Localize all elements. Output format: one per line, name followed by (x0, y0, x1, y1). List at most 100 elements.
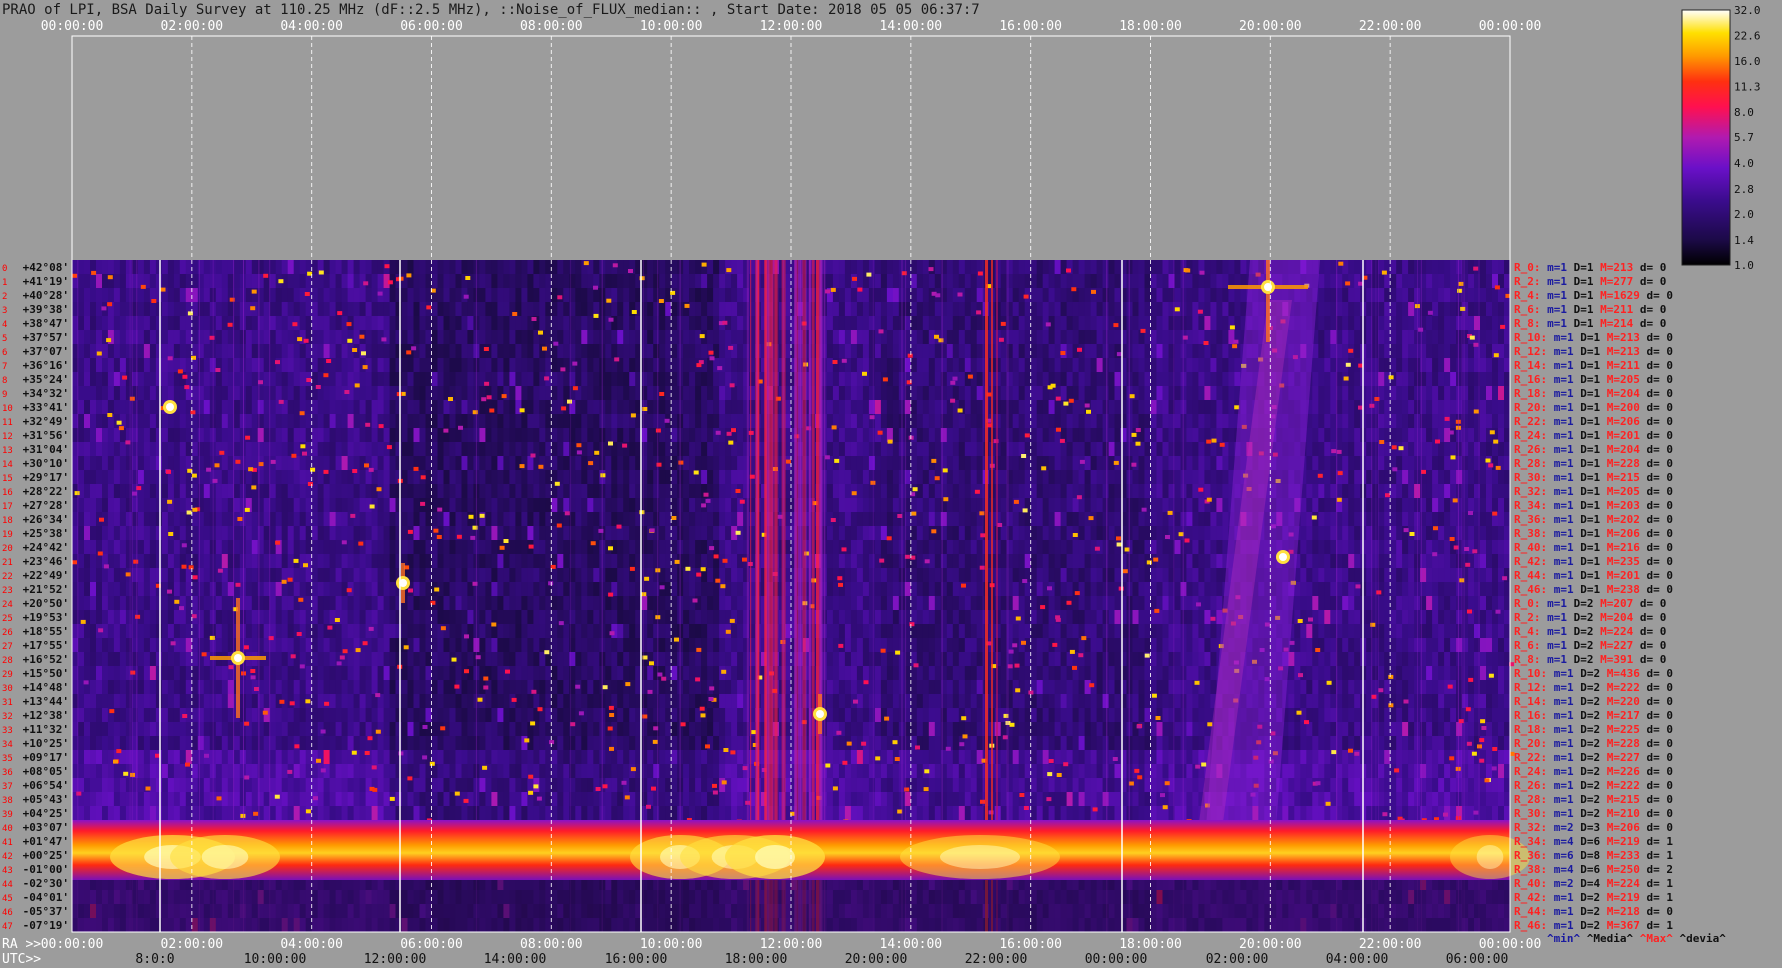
heatmap-cell (545, 414, 552, 429)
heatmap-cell (1066, 274, 1074, 289)
heatmap-cell (1444, 274, 1451, 289)
heatmap-cell (617, 260, 624, 275)
heatmap-cell (922, 484, 930, 499)
heatmap-cell (1078, 288, 1086, 303)
heatmap-cell (1330, 386, 1337, 401)
heatmap-cell (563, 288, 570, 303)
heatmap-cell (1000, 274, 1008, 289)
heatmap-cell (683, 358, 690, 373)
heatmap-cell (731, 330, 738, 345)
heatmap-cell (1348, 470, 1355, 485)
heatmap-cell (671, 484, 678, 499)
heatmap-cell (671, 302, 678, 317)
heatmap-cell (78, 260, 85, 275)
heatmap-cell (1468, 400, 1475, 415)
heatmap-cell (521, 302, 528, 317)
heatmap-cell (1498, 400, 1505, 415)
heatmap-cell (1480, 470, 1487, 485)
heatmap-cell (1018, 428, 1026, 443)
heatmap-cell (545, 456, 552, 471)
heatmap-cell (407, 358, 414, 373)
heatmap-cell (359, 316, 367, 331)
heatmap-cell (922, 302, 930, 317)
heatmap-cell (683, 344, 690, 359)
heatmap-cell (233, 330, 241, 345)
heatmap-cell (515, 470, 522, 485)
heatmap-cell (1048, 302, 1056, 317)
heatmap-cell (1402, 456, 1409, 471)
heatmap-cell (1480, 302, 1487, 317)
heatmap-cell (455, 344, 462, 359)
heatmap-cell (515, 372, 522, 387)
heatmap-cell (515, 274, 522, 289)
heatmap-cell (353, 484, 361, 499)
heatmap-cell (407, 330, 414, 345)
heatmap-cell (78, 456, 85, 471)
heatmap-cell (107, 456, 115, 471)
heatmap-cell (1438, 372, 1445, 387)
heatmap-cell (647, 470, 654, 485)
heatmap-cell (389, 288, 397, 303)
heatmap-cell (245, 526, 253, 541)
heatmap-cell (113, 470, 121, 485)
heatmap-cell (479, 400, 486, 415)
heatmap-cell (287, 358, 295, 373)
heatmap-cell (1060, 372, 1068, 387)
heatmap-cell (155, 386, 163, 401)
heatmap-cell (952, 260, 960, 275)
heatmap-cell (928, 414, 936, 429)
heatmap-cell (353, 386, 361, 401)
heatmap-cell (713, 330, 720, 345)
heatmap-cell (934, 344, 942, 359)
heatmap-cell (671, 288, 678, 303)
heatmap-cell (1012, 456, 1020, 471)
heatmap-cell (749, 498, 756, 513)
heatmap-cell (149, 386, 157, 401)
heatmap-cell (407, 316, 414, 331)
heatmap-cell (461, 302, 468, 317)
heatmap-cell (1132, 330, 1139, 345)
heatmap-cell (1462, 428, 1469, 443)
heatmap-cell (874, 540, 882, 555)
heatmap-cell (1090, 414, 1098, 429)
heatmap-cell (701, 456, 708, 471)
heatmap-cell (1474, 372, 1481, 387)
heatmap-cell (545, 498, 552, 513)
heatmap-cell (1390, 274, 1397, 289)
heatmap-cell (1354, 456, 1361, 471)
heatmap-cell (293, 358, 301, 373)
heatmap-cell (413, 470, 420, 485)
heatmap-cell (311, 260, 319, 275)
heatmap-cell (359, 526, 367, 541)
heatmap-cell (143, 316, 151, 331)
heatmap-cell (922, 540, 930, 555)
heatmap-cell (443, 274, 450, 289)
heatmap-cell (545, 512, 552, 527)
heatmap-cell (623, 526, 630, 541)
heatmap-cell (311, 330, 319, 345)
heatmap-cell (1108, 498, 1116, 513)
heatmap-cell (1396, 274, 1403, 289)
heatmap-cell (1426, 260, 1433, 275)
heatmap-cell (311, 414, 319, 429)
heatmap-cell (383, 470, 391, 485)
heatmap-cell (1402, 498, 1409, 513)
heatmap-cell (173, 470, 181, 485)
heatmap-cell (383, 330, 391, 345)
heatmap-cell (539, 428, 546, 443)
heatmap-cell (527, 414, 534, 429)
heatmap-cell (335, 540, 343, 555)
heatmap-cell (437, 428, 444, 443)
heatmap-cell (317, 540, 325, 555)
heatmap-cell (185, 358, 193, 373)
heatmap-cell (1438, 414, 1445, 429)
heatmap-cell (191, 428, 199, 443)
heatmap-cell (431, 274, 438, 289)
heatmap-cell (1180, 484, 1187, 499)
heatmap-cell (173, 498, 181, 513)
heatmap-cell (281, 288, 289, 303)
heatmap-cell (221, 260, 229, 275)
heatmap-cell (707, 400, 714, 415)
heatmap-cell (1072, 274, 1080, 289)
heatmap-cell (1396, 288, 1403, 303)
